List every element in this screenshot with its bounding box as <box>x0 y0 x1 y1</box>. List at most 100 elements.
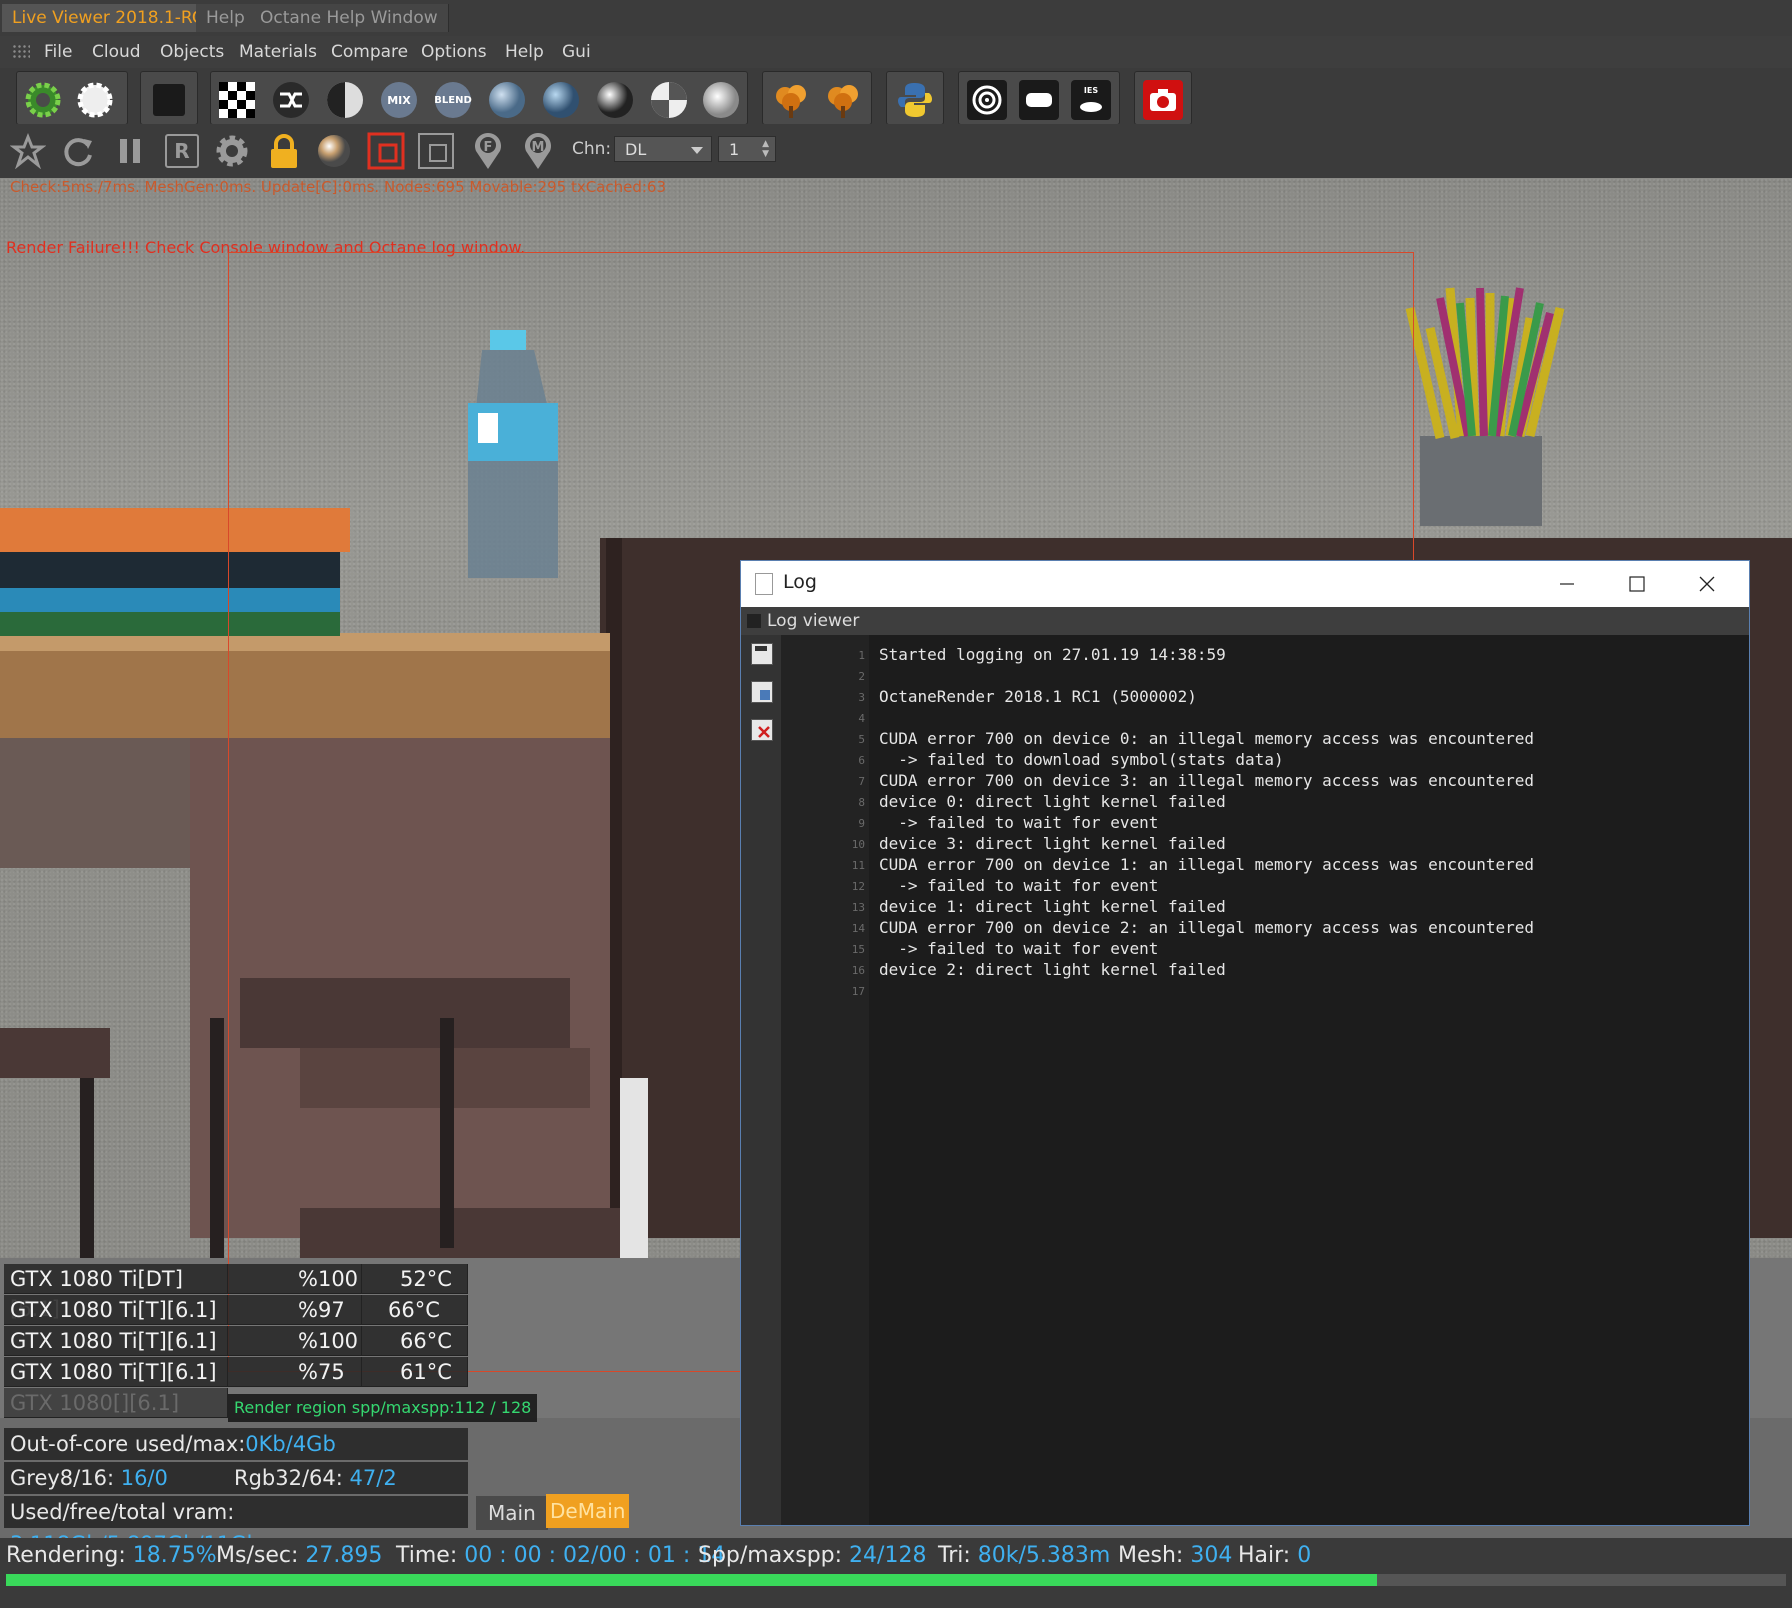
region-letter: R <box>165 134 199 168</box>
render-settings-group <box>16 71 128 125</box>
tab-main[interactable]: Main <box>476 1496 548 1530</box>
gpu-row: GTX 1080 Ti[T][6.1] %100 66°C <box>4 1326 468 1357</box>
mix-material-icon[interactable]: MIX <box>377 78 421 122</box>
tri-value: 80k/5.383m <box>977 1543 1111 1568</box>
glossy-sphere-icon[interactable] <box>485 78 529 122</box>
python-icon[interactable] <box>893 78 937 122</box>
log-line: CUDA error 700 on device 0: an illegal m… <box>879 729 1535 748</box>
camera-icon[interactable] <box>1141 78 1185 122</box>
materials-group: MIX BLEND <box>210 71 748 125</box>
maximize-button[interactable] <box>1603 561 1671 607</box>
metal-sphere-icon[interactable] <box>593 78 637 122</box>
lock-icon[interactable] <box>264 131 304 171</box>
toon-sphere-icon[interactable] <box>647 78 691 122</box>
camera-group <box>1134 71 1192 125</box>
settings-icon[interactable] <box>212 131 252 171</box>
menu-compare[interactable]: Compare <box>331 36 408 68</box>
channel-label: Chn: <box>572 139 612 159</box>
tab-bar: Live Viewer 2018.1-RC1 Help Octane Help … <box>0 0 1792 37</box>
panel-grip-icon[interactable] <box>747 614 761 628</box>
clear-icon[interactable] <box>751 719 773 741</box>
blend-material-icon[interactable]: BLEND <box>431 78 475 122</box>
grip-handle-icon[interactable] <box>12 44 30 60</box>
gpu-row: GTX 1080 Ti[T][6.1] %75 61°C <box>4 1357 468 1388</box>
settings-gear-white-icon[interactable] <box>73 78 117 122</box>
refresh-icon[interactable] <box>58 131 98 171</box>
status-bar: Rendering: 18.75% Ms/sec: 27.895 Time: 0… <box>0 1538 1792 1574</box>
line-number: 13 <box>851 901 865 914</box>
shuffle-icon[interactable] <box>269 78 313 122</box>
pass-value: 1 <box>729 140 740 159</box>
diffuse-sphere-icon[interactable] <box>699 78 743 122</box>
tab-octane-help-window[interactable]: Octane Help Window <box>250 4 449 32</box>
pass-spinbox[interactable]: 1 ▲ ▼ <box>718 136 776 162</box>
ies-light-icon[interactable]: IES <box>1069 78 1113 122</box>
debug-stats-text: Check:5ms./7ms. MeshGen:0ms. Update[C]:0… <box>10 178 667 196</box>
scatter-group <box>762 71 872 125</box>
menu-cloud[interactable]: Cloud <box>92 36 141 68</box>
time-value: 00 : 00 : 02/00 : 01 : 14 <box>464 1543 726 1568</box>
gpu-name: GTX 1080 Ti[T][6.1] <box>4 1295 228 1325</box>
close-icon <box>1699 576 1715 592</box>
ooc-value: 0Kb/4Gb <box>245 1432 336 1456</box>
grey-label: Grey8/16: <box>10 1466 121 1490</box>
tri-stat: Tri: 80k/5.383m <box>938 1538 1110 1574</box>
menu-file[interactable]: File <box>44 36 72 68</box>
rendering-label: Rendering: <box>6 1543 133 1568</box>
tree-scatter-icon[interactable] <box>769 78 813 122</box>
menu-help[interactable]: Help <box>505 36 544 68</box>
tree-object-icon[interactable] <box>821 78 865 122</box>
checker-texture-icon[interactable] <box>215 78 259 122</box>
material-sphere-icon[interactable] <box>323 78 367 122</box>
sphere-preview-icon[interactable] <box>314 131 354 171</box>
gpu-name: GTX 1080 Ti[T][6.1] <box>4 1326 228 1356</box>
spin-arrows-icon[interactable]: ▲ ▼ <box>762 139 769 159</box>
region-toggle-icon[interactable] <box>366 131 406 171</box>
area-light-icon[interactable] <box>1017 78 1061 122</box>
menu-objects[interactable]: Objects <box>160 36 224 68</box>
settings-gear-green-icon[interactable] <box>21 78 65 122</box>
focus-pick-icon[interactable]: F <box>468 131 508 171</box>
tab-live-viewer[interactable]: Live Viewer 2018.1-RC1 <box>2 4 226 32</box>
gpu-usage: %75 <box>228 1357 362 1387</box>
tab-demain[interactable]: DeMain <box>546 1494 630 1528</box>
material-pick-icon[interactable]: M <box>518 131 558 171</box>
tab-help[interactable]: Help <box>196 4 256 32</box>
close-button[interactable] <box>1673 561 1741 607</box>
line-number: 8 <box>858 796 865 809</box>
line-number: 9 <box>858 817 865 830</box>
hair-label: Hair: <box>1238 1543 1298 1568</box>
mesh-value: 304 <box>1190 1543 1233 1568</box>
menu-materials[interactable]: Materials <box>239 36 317 68</box>
log-line: device 1: direct light kernel failed <box>879 897 1226 916</box>
line-number: 1 <box>858 649 865 662</box>
copy-icon[interactable] <box>751 681 773 703</box>
stop-square-icon[interactable] <box>147 78 191 122</box>
save-icon[interactable] <box>751 643 773 665</box>
channel-select[interactable]: DL <box>614 136 712 162</box>
menu-gui[interactable]: Gui <box>562 36 591 68</box>
maximize-icon <box>1629 576 1645 592</box>
spp-label: Spp/maxspp: <box>698 1543 850 1568</box>
restart-render-icon[interactable] <box>8 131 48 171</box>
ms-stat: Ms/sec: 27.895 <box>216 1538 382 1574</box>
script-group <box>886 71 944 125</box>
specular-sphere-icon[interactable] <box>539 78 583 122</box>
gpu-row: GTX 1080 Ti[T][6.1] %97 66°C <box>4 1295 468 1326</box>
log-titlebar[interactable]: Log <box>741 561 1749 607</box>
log-window-title: Log <box>783 571 817 593</box>
target-light-icon[interactable] <box>965 78 1009 122</box>
line-number: 3 <box>858 691 865 704</box>
pause-icon[interactable] <box>110 131 150 171</box>
line-number: 6 <box>858 754 865 767</box>
channel-value: DL <box>625 140 647 159</box>
gpu-usage: %100 <box>228 1264 362 1294</box>
minimize-button[interactable] <box>1533 561 1601 607</box>
crop-icon[interactable] <box>416 131 456 171</box>
rendering-stat: Rendering: 18.75% <box>6 1538 217 1574</box>
region-render-icon[interactable]: R <box>162 131 202 171</box>
gpu-row: GTX 1080 Ti[DT][6.1] %100 52°C <box>4 1264 468 1321</box>
menu-options[interactable]: Options <box>421 36 487 68</box>
lights-group: IES <box>958 71 1120 125</box>
mesh-label: Mesh: <box>1118 1543 1191 1568</box>
